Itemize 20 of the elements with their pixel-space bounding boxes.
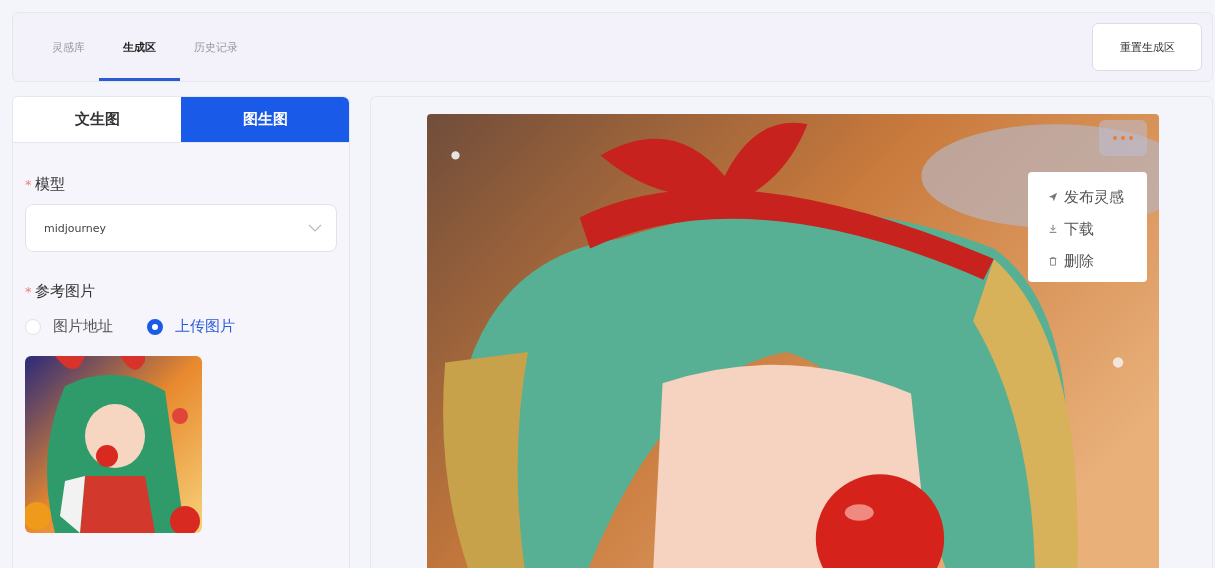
radio-option[interactable]: 上传图片 — [147, 317, 235, 336]
required-mark: * — [25, 177, 32, 192]
more-button[interactable] — [1099, 120, 1147, 156]
chevron-down-icon — [308, 224, 322, 232]
more-icon — [1113, 136, 1133, 140]
mode-tab[interactable]: 图生图 — [181, 97, 349, 143]
download-icon — [1048, 224, 1058, 234]
required-mark: * — [25, 284, 32, 299]
field-label: 参考图片 — [34, 282, 95, 301]
trash-icon — [1048, 256, 1058, 266]
menu-item[interactable]: 下载 — [1028, 216, 1147, 242]
reset-button[interactable]: 重置生成区 — [1092, 23, 1202, 71]
send-icon — [1048, 192, 1058, 202]
mode-tab[interactable]: 文生图 — [13, 97, 181, 143]
radio-option[interactable]: 图片地址 — [25, 317, 113, 336]
menu-item[interactable]: 发布灵感 — [1028, 184, 1147, 210]
nav-tab[interactable]: 生成区 — [99, 13, 180, 81]
field-label: 模型 — [34, 175, 65, 194]
model-select[interactable]: midjourney — [25, 204, 337, 252]
menu-item[interactable]: 删除 — [1028, 248, 1147, 274]
